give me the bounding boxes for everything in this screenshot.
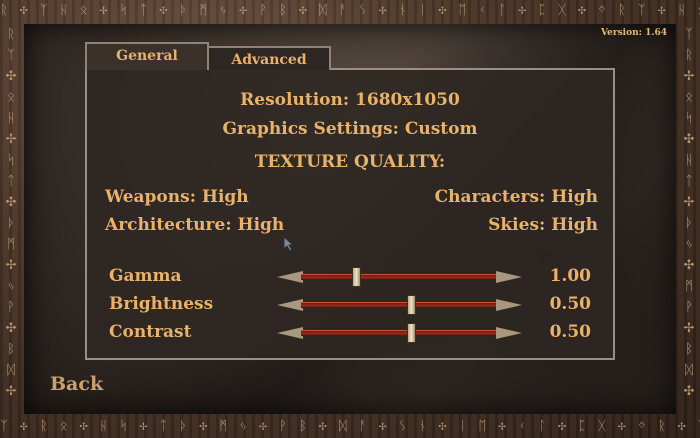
brightness-slider[interactable] — [277, 295, 522, 315]
contrast-row: Contrast 0.50 — [87, 322, 613, 346]
contrast-value: 0.50 — [549, 322, 591, 342]
gamma-track[interactable] — [301, 274, 498, 280]
back-button[interactable]: Back — [50, 373, 103, 395]
gamma-label: Gamma — [109, 266, 182, 286]
contrast-decrease-arrow[interactable] — [277, 327, 303, 339]
brightness-track[interactable] — [301, 302, 498, 308]
rune-border-left: ᚱ ᛉ ✣ ᛟ ᚺ ✢ ᛋ ᛏ ✣ ᚦ ᛗ ✢ ᛃ ᚹ ✣ ᛒ ᛞ ✢ — [5, 27, 17, 399]
gamma-increase-arrow[interactable] — [496, 271, 522, 283]
brightness-decrease-arrow[interactable] — [277, 299, 303, 311]
gamma-thumb[interactable] — [352, 267, 362, 287]
brightness-label: Brightness — [109, 294, 214, 314]
contrast-slider[interactable] — [277, 323, 522, 343]
contrast-increase-arrow[interactable] — [496, 327, 522, 339]
version-label: Version: 1.64 — [600, 28, 667, 38]
gamma-slider[interactable] — [277, 267, 522, 287]
architecture-quality-option[interactable]: Architecture: High — [105, 215, 284, 235]
contrast-track[interactable] — [301, 330, 498, 336]
rune-border-top: ᚱ ✣ ᛉ ᚺ ᛟ ✢ ᛋ ᛏ ✣ ᚦ ᛗ ᛃ ✢ ᚹ ᛒ ✣ ᛞ ᚨ ᛊ ✢ … — [0, 3, 700, 18]
rune-border-bottom: ᛉ ✢ ᚱ ᛟ ✣ ᚺ ᛋ ✢ ᛏ ᚦ ✣ ᛗ ᛃ ✢ ᚹ ᛒ ✣ ᛞ ᚨ ✢ … — [0, 419, 700, 434]
tab-advanced[interactable]: Advanced — [207, 46, 331, 70]
contrast-thumb[interactable] — [407, 323, 417, 343]
gamma-decrease-arrow[interactable] — [277, 271, 303, 283]
brightness-value: 0.50 — [549, 294, 591, 314]
contrast-label: Contrast — [109, 322, 192, 342]
resolution-label[interactable]: Resolution: 1680x1050 — [87, 90, 613, 110]
settings-panel: Resolution: 1680x1050 Graphics Settings:… — [85, 68, 615, 360]
gamma-value: 1.00 — [549, 266, 591, 286]
weapons-quality-option[interactable]: Weapons: High — [105, 187, 249, 207]
gamma-row: Gamma 1.00 — [87, 266, 613, 290]
mouse-pointer-icon — [283, 236, 295, 252]
rune-border-right: ᛉ ᚱ ✢ ᛟ ᛋ ✣ ᚺ ᛏ ✢ ᚦ ᛃ ✣ ᛗ ᚹ ✢ ᛒ ᛞ ✣ — [683, 27, 695, 399]
graphics-settings-label[interactable]: Graphics Settings: Custom — [87, 119, 613, 139]
tab-general[interactable]: General — [85, 42, 209, 70]
brightness-row: Brightness 0.50 — [87, 294, 613, 318]
brightness-increase-arrow[interactable] — [496, 299, 522, 311]
texture-quality-header: TEXTURE QUALITY: — [254, 152, 446, 172]
characters-quality-option[interactable]: Characters: High — [435, 187, 598, 207]
skies-quality-option[interactable]: Skies: High — [488, 215, 598, 235]
brightness-thumb[interactable] — [407, 295, 417, 315]
